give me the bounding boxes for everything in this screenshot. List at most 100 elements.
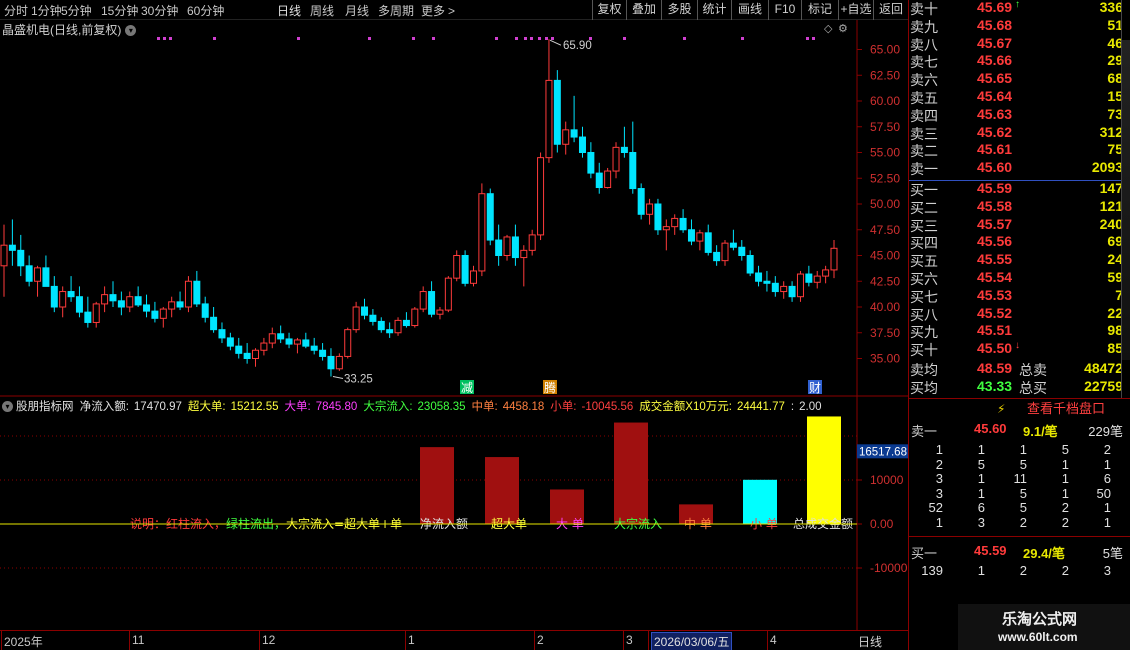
candle-body (528, 234, 536, 251)
event-mark-1: 腾 (543, 380, 557, 395)
bid-row[interactable]: 买三 45.57 240 (909, 216, 1123, 234)
queue-cell: 1 (977, 563, 985, 578)
ask-row[interactable]: 卖二 45.61 75 (909, 141, 1123, 159)
indicator-field-value: 2.00 (799, 401, 822, 413)
candle-body (260, 342, 268, 351)
candle-body (252, 349, 260, 360)
indicator-field-value: 24441.77 (736, 401, 785, 413)
settings-icon[interactable]: ⚙ (838, 22, 848, 35)
view-depth-button[interactable]: ⚡ 查看千档盘口 (909, 399, 1130, 419)
candle-body (369, 314, 377, 322)
ask-row[interactable]: 卖四 45.63 73 (909, 106, 1123, 124)
candle-body (830, 247, 838, 271)
date-label: 2025年 (4, 635, 43, 649)
ask-row[interactable]: 卖六 45.65 68 (909, 70, 1123, 88)
date-axis: 2025年 11 12 1 2 3 2026/03/06/五 4 日线 (0, 630, 908, 650)
queue-count: 229笔 (1088, 424, 1123, 439)
candle-body (377, 320, 385, 331)
queue-cell: 3 (935, 471, 943, 486)
candle-body (277, 333, 285, 340)
queue-cell: 11 (1013, 471, 1028, 486)
level-price: 45.68 (977, 16, 1013, 33)
price-tick-label: 35.00 (870, 352, 900, 366)
indicator-field-value: 7845.80 (315, 401, 358, 413)
candle-body (394, 319, 402, 334)
ask-row[interactable]: 卖七 45.66 29 (909, 52, 1123, 70)
indicator-field: 大单: 7845.80 (285, 401, 361, 413)
diamond-icon[interactable]: ◇ (824, 22, 832, 35)
indicator-field-value: 17470.97 (133, 401, 182, 413)
queue-price: 45.59 (974, 543, 1007, 558)
bid-row[interactable]: 买八 45.52 22 (909, 305, 1123, 323)
indicator-field-label: 大单: (284, 401, 311, 413)
price-tick-label: 60.00 (870, 94, 900, 108)
candle-body (646, 203, 654, 215)
indicator-field: 大宗流入: 23058.35 (363, 401, 468, 413)
ask-row[interactable]: 卖八 45.67 46 (909, 35, 1123, 53)
indicator-field-value: 23058.35 (417, 401, 466, 413)
level-price: 45.61 (977, 141, 1013, 158)
candle-body (671, 217, 679, 228)
summary-total-label: 总卖 (1019, 362, 1047, 378)
candle-body (226, 337, 234, 347)
bid-row[interactable]: 买九 45.51 98 (909, 322, 1123, 340)
bar-0 (420, 447, 454, 524)
bid-row[interactable]: 买二 45.58 121 (909, 198, 1123, 216)
chevron-down-icon[interactable]: ▾ (125, 25, 137, 37)
event-mark-2: 财 (808, 380, 822, 395)
queue-cell: 2 (1061, 500, 1069, 515)
indicator-header: ▾ 股朋指标网 净流入额: 17470.97 超大单: 15212.55 大单: 7845.… (2, 398, 831, 414)
period-label[interactable]: 日线 (858, 633, 882, 650)
candle-body (310, 345, 318, 351)
candle-body (813, 275, 821, 283)
signal-dot (297, 37, 300, 40)
ask-row[interactable]: 卖五 45.64 15 (909, 88, 1123, 106)
signal-dot (741, 37, 744, 40)
bar-6 (807, 416, 841, 524)
watermark-title: 乐淘公式网 (1002, 611, 1078, 628)
candlesticks: 65.90 33.25 减 腾 财 (0, 39, 838, 395)
ask-row[interactable]: 卖一 45.60 2093 (909, 159, 1123, 177)
queue-cell: 5 (1061, 442, 1069, 457)
chevron-down-icon[interactable]: ▾ (2, 401, 13, 413)
bid-row[interactable]: 买四 45.56 69 (909, 233, 1123, 251)
queue-cell: 139 (921, 563, 943, 578)
stock-title: 晶盛机电(日线,前复权) ▾ (2, 21, 137, 38)
candle-body (503, 236, 511, 257)
candle-body (17, 249, 25, 267)
bid-row[interactable]: 买七 45.53 7 (909, 287, 1123, 305)
arrow-up-icon: ↑ (1015, 0, 1020, 10)
level-price: 45.58 (977, 197, 1013, 214)
candle-body (201, 303, 209, 318)
ask-row[interactable]: 卖九 45.68 51 (909, 17, 1123, 35)
ask-row[interactable]: 卖三 45.62 312 (909, 124, 1123, 142)
candle-body (386, 329, 394, 334)
candle-body (696, 232, 704, 242)
event-mark-text: 财 (809, 381, 821, 395)
side-strip[interactable] (1121, 0, 1130, 398)
price-tick-label: 55.00 (870, 146, 900, 160)
bid-row[interactable]: 买五 45.55 24 (909, 251, 1123, 269)
bid-row[interactable]: 买十 45.50 ↓ 85 (909, 340, 1123, 358)
date-divider (534, 631, 535, 650)
ask-row[interactable]: 卖十 45.69 ↑ 336 (909, 0, 1123, 17)
queue-cell: 1 (977, 485, 985, 501)
candle-body (570, 129, 578, 138)
bid-row[interactable]: 买一 45.59 147 (909, 180, 1123, 198)
candle-body (159, 308, 167, 319)
level-price: 45.55 (977, 251, 1013, 268)
indicator-field-value: 4458.18 (502, 401, 545, 413)
date-label: 1 (408, 633, 415, 647)
queue-cell: 1 (1061, 485, 1069, 501)
candle-body (243, 352, 251, 360)
level-price: 45.62 (977, 123, 1013, 140)
candle-body (637, 188, 645, 215)
indicator-field: 超大单: 15212.55 (188, 401, 282, 413)
candle-body (419, 291, 427, 310)
candle-body (687, 229, 695, 242)
level-price: 45.50 (977, 340, 1013, 357)
low-label: 33.25 (344, 374, 373, 386)
bid-row[interactable]: 买六 45.54 59 (909, 269, 1123, 287)
queue-avg: 29.4/笔 (1023, 546, 1065, 561)
candle-body (92, 303, 100, 323)
